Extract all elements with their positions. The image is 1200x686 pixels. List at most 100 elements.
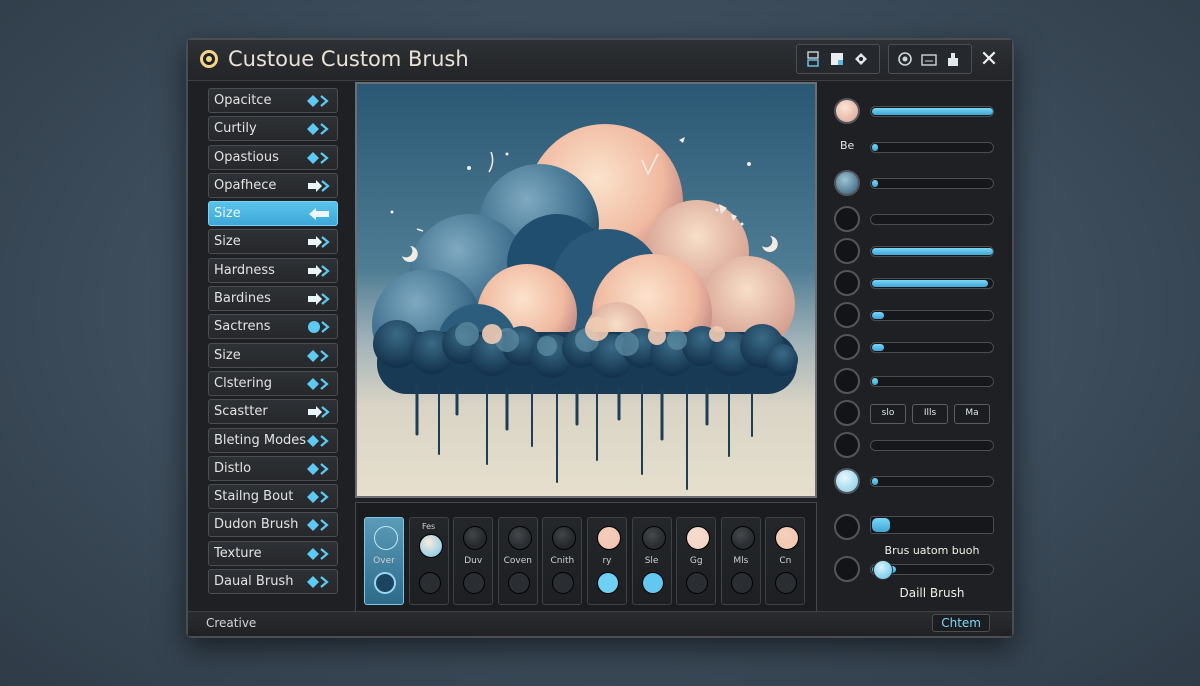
diamond-arrow-icon <box>307 349 329 362</box>
brush-preset[interactable]: Gg <box>676 517 717 605</box>
sidebar-item[interactable]: Curtily <box>208 116 338 142</box>
sidebar-item[interactable]: Opafhece <box>208 172 338 198</box>
preset-tip-icon <box>418 534 443 558</box>
diamond-arrow-icon <box>307 377 329 390</box>
brush-knob[interactable] <box>834 432 860 458</box>
sidebar-item[interactable]: Clstering <box>208 370 338 396</box>
preset-tip-icon <box>507 526 532 550</box>
brush-slider[interactable] <box>870 106 994 117</box>
sidebar-item[interactable]: Dudon Brush <box>208 512 338 538</box>
mode-chip[interactable]: Ma <box>954 404 990 424</box>
brush-knob[interactable] <box>834 400 860 426</box>
sidebar-item-label: Opastious <box>214 149 279 165</box>
brush-preset[interactable]: Duv <box>453 517 494 605</box>
brush-slider[interactable] <box>870 560 994 580</box>
sidebar-item[interactable]: Sactrens <box>208 314 338 340</box>
slider-fill <box>872 518 891 532</box>
brush-preset[interactable]: Cnith <box>542 517 583 605</box>
mode-chip[interactable]: Ills <box>912 404 948 424</box>
sidebar-item[interactable]: Daual Brush <box>208 569 338 595</box>
brush-preset[interactable]: Coven <box>497 517 538 605</box>
sidebar-item[interactable]: Texture <box>208 540 338 566</box>
brush-slider[interactable] <box>870 214 994 225</box>
sidebar-item[interactable]: Scastter <box>208 399 338 425</box>
brush-slider[interactable] <box>870 342 994 353</box>
sidebar-item[interactable]: Size <box>208 201 338 227</box>
brush-preset[interactable]: Cn <box>765 517 806 605</box>
slider-fill <box>872 248 993 255</box>
sidebar-item[interactable]: Bleting Modes <box>208 427 338 453</box>
diamond-icon[interactable] <box>853 51 869 67</box>
brush-preset[interactable]: Mls <box>720 517 761 605</box>
brush-slider[interactable] <box>870 278 994 289</box>
brush-slider[interactable] <box>870 440 994 451</box>
sidebar-item[interactable]: Stailng Bout <box>208 484 338 510</box>
brush-slider[interactable] <box>870 178 994 189</box>
sidebar-item-label: Scastter <box>214 404 268 420</box>
circle-icon[interactable] <box>897 51 913 67</box>
diamond-arrow-icon <box>307 95 329 107</box>
brush-knob[interactable] <box>834 556 860 582</box>
brush-knob[interactable] <box>834 206 860 232</box>
sidebar-item-label: Dudon Brush <box>214 517 299 533</box>
preset-tip-icon <box>730 526 755 550</box>
brush-knob[interactable] <box>834 334 860 360</box>
brush-preview-canvas[interactable] <box>355 82 817 498</box>
sidebar-item-label: Size <box>214 206 241 222</box>
brush-slider[interactable] <box>870 376 994 387</box>
mode-chip[interactable]: slo <box>870 404 906 424</box>
preset-stroke-icon <box>730 572 753 594</box>
slider-fill <box>872 312 885 319</box>
sidebar-item[interactable]: Opacitce <box>208 88 338 113</box>
arrow-right-icon <box>308 179 330 192</box>
diamond-arrow-icon <box>307 547 329 560</box>
sidebar-item[interactable]: Distlo <box>208 455 338 481</box>
brush-knob[interactable] <box>834 468 860 494</box>
slider-fill <box>872 344 885 351</box>
slider-fill <box>872 478 879 485</box>
toolbar-group-left <box>796 44 880 74</box>
preset-label: Sle <box>644 556 659 566</box>
square-icon[interactable] <box>829 51 845 67</box>
brush-knob[interactable] <box>834 170 860 196</box>
brush-slider[interactable] <box>870 476 994 487</box>
brush-preset[interactable]: Sle <box>631 517 672 605</box>
brush-preset[interactable]: Fes <box>408 517 449 605</box>
close-button[interactable]: ✕ <box>976 45 1002 73</box>
brush-preset[interactable]: ry <box>587 517 627 605</box>
brush-knob[interactable] <box>834 514 860 540</box>
diamond-arrow-icon <box>307 151 329 164</box>
brush-slider[interactable] <box>870 310 994 321</box>
cloud-brush-preview <box>372 124 798 490</box>
brush-slider[interactable] <box>870 246 994 257</box>
brush-knob[interactable] <box>834 302 860 328</box>
window-title: Custoue Custom Brush <box>228 47 469 71</box>
sidebar-item[interactable]: Opastious <box>208 144 338 170</box>
diamond-arrow-icon <box>307 576 329 589</box>
arrow-right-icon <box>308 406 330 419</box>
sidebar-item[interactable]: Size <box>208 229 338 255</box>
brush-preset[interactable]: Over <box>364 517 404 605</box>
status-text: Creative <box>206 616 257 630</box>
brush-slider[interactable] <box>870 142 994 153</box>
circle-arrow-icon <box>308 321 330 334</box>
keyboard-icon[interactable] <box>921 51 937 67</box>
preset-tip-icon <box>552 526 577 550</box>
sidebar-item-label: Clstering <box>214 375 273 391</box>
brush-knob[interactable] <box>834 270 860 296</box>
layer-icon[interactable] <box>805 51 821 67</box>
brush-knob[interactable] <box>834 368 860 394</box>
brush-knob[interactable] <box>834 98 860 124</box>
preset-stroke-icon <box>597 572 619 594</box>
brush-knob[interactable] <box>834 238 860 264</box>
sidebar-item[interactable]: Size <box>208 342 338 368</box>
sidebar-item[interactable]: Bardines <box>208 286 338 312</box>
stamp-icon[interactable] <box>945 51 961 67</box>
slider-thumb[interactable] <box>873 560 893 580</box>
brush-slider[interactable] <box>870 516 994 534</box>
sidebar-item[interactable]: Hardness <box>208 257 338 283</box>
brush-presets-strip: Over Fes Duv Coven Cnith ry Sle Gg Mls Cn <box>355 502 817 612</box>
preset-tip-icon <box>463 526 488 550</box>
diamond-arrow-icon <box>307 462 329 475</box>
status-button[interactable]: Chtem <box>932 614 990 632</box>
